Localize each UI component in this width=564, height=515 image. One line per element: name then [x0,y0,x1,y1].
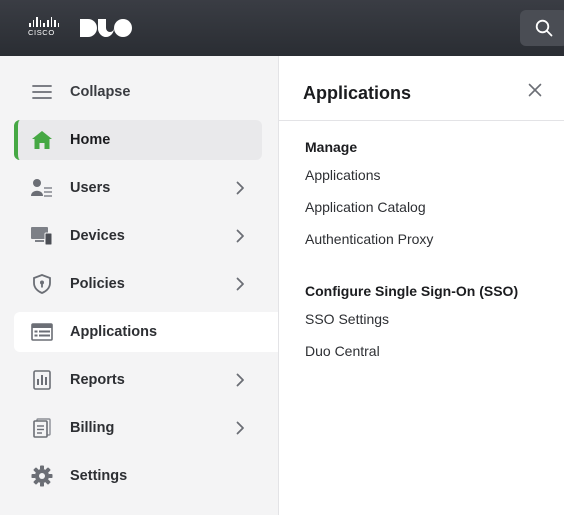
link-sso-settings[interactable]: SSO Settings [305,311,389,327]
menu-icon [30,82,54,102]
home-icon [30,130,54,150]
panel-title: Applications [303,83,412,103]
sidebar: Collapse Home Users Devices Policies App… [0,56,278,515]
search-button[interactable] [520,10,564,46]
applications-icon [30,322,54,342]
sidebar-item-applications[interactable]: Applications [14,312,278,352]
gear-icon [30,465,54,487]
sidebar-item-label: Devices [70,228,125,244]
chevron-right-icon [236,421,244,435]
sidebar-item-label: Reports [70,372,125,388]
chevron-right-icon [236,181,244,195]
panel-divider [279,120,564,121]
collapse-label: Collapse [70,84,131,100]
reports-icon [30,370,54,390]
duo-logo [80,19,132,37]
sidebar-item-policies[interactable]: Policies [14,264,262,304]
section-title-manage: Manage [305,139,358,155]
devices-icon [30,226,54,246]
search-icon [535,19,553,37]
link-applications[interactable]: Applications [305,167,381,183]
section-title-sso: Configure Single Sign-On (SSO) [305,283,519,299]
sidebar-item-home[interactable]: Home [14,120,262,160]
sidebar-item-label: Users [70,180,111,196]
link-authentication-proxy[interactable]: Authentication Proxy [305,231,433,247]
collapse-button[interactable]: Collapse [14,72,262,112]
sidebar-item-settings[interactable]: Settings [14,456,262,496]
top-bar: CISCO [0,0,564,56]
chevron-right-icon [236,373,244,387]
sidebar-item-label: Home [70,132,111,148]
users-icon [30,178,54,198]
sidebar-item-reports[interactable]: Reports [14,360,262,400]
close-icon[interactable] [527,82,543,98]
sidebar-item-users[interactable]: Users [14,168,262,208]
applications-panel: Applications Manage Applications Applica… [278,56,564,515]
chevron-right-icon [236,277,244,291]
sidebar-item-billing[interactable]: Billing [14,408,262,448]
link-duo-central[interactable]: Duo Central [305,343,380,359]
sidebar-item-label: Settings [70,468,128,484]
sidebar-item-label: Billing [70,420,115,436]
link-application-catalog[interactable]: Application Catalog [305,199,426,215]
billing-icon [30,418,54,438]
cisco-logo: CISCO [28,17,62,37]
chevron-right-icon [236,229,244,243]
sidebar-item-label: Policies [70,276,125,292]
shield-icon [30,274,54,294]
sidebar-item-devices[interactable]: Devices [14,216,262,256]
sidebar-item-label: Applications [70,324,158,340]
